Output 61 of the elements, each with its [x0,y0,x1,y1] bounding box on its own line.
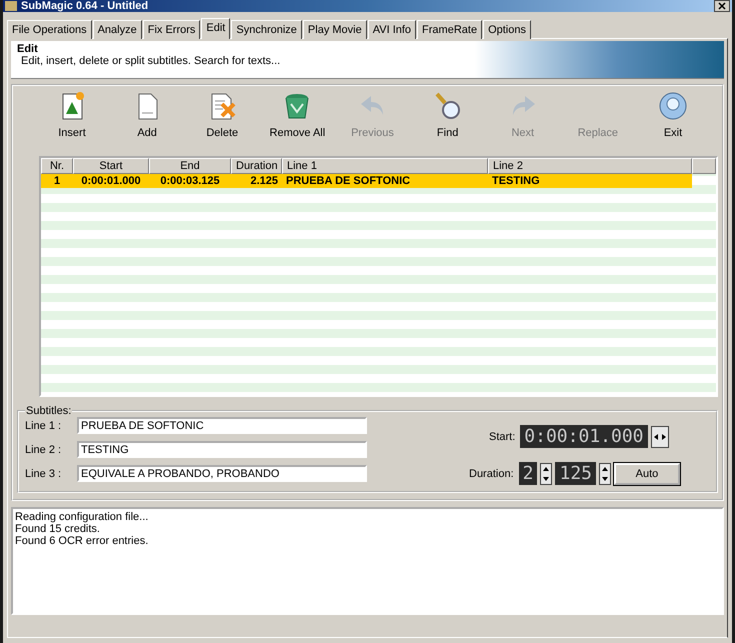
delete-document-icon [212,94,236,120]
table-row[interactable]: 1 0:00:01.000 0:00:03.125 2.125 PRUEBA DE SOFTONIC TESTING [41,174,692,188]
header-title: Edit [17,43,39,55]
log-line: Found 15 credits. [15,523,101,535]
column-header[interactable]: Nr. [41,158,73,174]
auto-button[interactable]: Auto [614,462,680,484]
toolbar-button[interactable]: Add [114,88,180,150]
close-button[interactable] [714,0,730,12]
tab[interactable]: Analyze [92,20,142,39]
column-header[interactable]: Start [73,158,149,174]
redo-arrow-icon [512,96,535,115]
close-icon [717,2,727,10]
toolbar-button[interactable]: Find [414,88,481,150]
table-cell-text: 1 [52,174,62,188]
input-field[interactable]: PRUEBA DE SOFTONIC [77,417,367,434]
start-label: Start: [489,430,516,442]
tab[interactable]: Fix Errors [142,20,200,39]
table-cell-text: 0:00:03.125 [159,174,221,188]
tab[interactable]: AVI Info [368,20,416,39]
header-description: Edit, insert, delete or split subtitles. Search for texts... [20,55,282,67]
seconds-display: 2 [518,462,538,485]
field-label: Line 1 : [25,420,62,432]
tab[interactable]: FrameRate [417,20,482,39]
input-field[interactable]: EQUIVALE A PROBANDO, PROBANDO [77,465,367,482]
column-header[interactable]: End [149,158,231,174]
duration-label: Duration: [469,468,514,480]
toolbar-button[interactable]: Exit [640,88,706,150]
table-cell-text: PRUEBA DE SOFTONIC [285,174,412,188]
power-button-icon [660,92,686,120]
up-down-spinner[interactable] [599,462,611,484]
undo-arrow-icon [360,96,382,115]
field-label: Line 3 : [25,468,62,480]
tab[interactable]: Options [483,20,531,39]
tab[interactable]: Play Movie [302,20,367,39]
document-icon [62,92,84,120]
column-header[interactable]: Duration [231,158,282,174]
table-cell-text: TESTING [491,174,541,188]
up-down-spinner[interactable] [540,462,552,484]
left-right-spinner[interactable] [650,426,669,448]
toolbar-button[interactable]: Remove All [264,88,330,150]
app-icon [5,1,17,11]
toolbar-button[interactable]: Insert [39,88,105,150]
toolbar-button[interactable]: Delete [189,88,256,150]
trash-bin-icon [286,94,309,118]
table-cell-text: 0:00:01.000 [80,174,142,188]
table-cell-text: 2.125 [249,174,279,188]
column-header[interactable]: Line 1 [282,158,488,174]
tab[interactable]: File Operations [7,20,92,39]
time-display: 0:00:01.000 [520,425,648,448]
tab[interactable]: Synchronize [231,20,302,39]
field-label: Line 2 : [25,444,62,456]
milliseconds-display: 125 [555,462,596,485]
window-title: SubMagic 0.64 - Untitled [21,0,150,12]
input-field[interactable]: TESTING [77,441,367,458]
log-line: Found 6 OCR error entries. [15,535,150,547]
magnifier-icon [435,92,460,119]
log-line: Reading configuration file... [15,511,150,523]
column-header[interactable]: Line 2 [488,158,692,174]
group-title: Subtitles: [25,405,72,417]
tab[interactable]: Edit [201,18,230,39]
blank-page-icon [138,94,158,120]
